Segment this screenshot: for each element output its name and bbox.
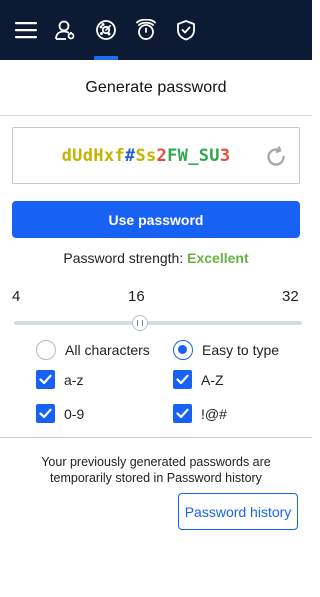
password-strength-value: Excellent xyxy=(187,250,249,266)
password-character: W xyxy=(177,145,189,166)
password-character: f xyxy=(114,145,125,166)
page-title: Generate password xyxy=(85,78,227,96)
nav-password-generator-button[interactable] xyxy=(86,0,126,60)
password-strength: Password strength: Excellent xyxy=(0,250,312,266)
password-character: 2 xyxy=(156,145,168,166)
slider-thumb[interactable] xyxy=(132,315,148,331)
easy-to-type-label: Easy to type xyxy=(202,342,280,358)
digits-option[interactable]: 0-9 xyxy=(36,404,84,423)
menu-button[interactable] xyxy=(6,0,46,60)
lowercase-label: a-z xyxy=(64,371,84,388)
easy-to-type-radio[interactable] xyxy=(173,340,193,360)
section-divider xyxy=(0,437,312,438)
length-max-label: 32 xyxy=(282,288,299,305)
password-character: U xyxy=(72,145,83,166)
uppercase-option[interactable]: A-Z xyxy=(173,370,224,389)
password-dial-icon xyxy=(96,20,116,40)
length-current-label: 16 xyxy=(128,288,145,305)
password-character: _ xyxy=(188,145,199,166)
symbols-option[interactable]: !@# xyxy=(173,404,227,423)
easy-to-type-option[interactable]: Easy to type xyxy=(173,340,279,360)
history-info-line-2: temporarily stored in Password history xyxy=(50,471,262,485)
length-slider[interactable] xyxy=(14,315,302,331)
uppercase-label: A-Z xyxy=(201,371,224,388)
password-character: H xyxy=(93,145,104,166)
checkmark-icon xyxy=(176,374,189,385)
password-history-button[interactable]: Password history xyxy=(178,493,298,530)
nav-security-alerts-button[interactable] xyxy=(126,0,166,60)
all-characters-radio[interactable] xyxy=(36,340,56,360)
checkmark-icon xyxy=(39,408,52,419)
password-character: F xyxy=(167,145,178,166)
history-info-line-1: Your previously generated passwords are xyxy=(41,455,271,469)
person-key-icon xyxy=(55,20,75,40)
hamburger-menu-icon xyxy=(15,22,37,39)
password-character: # xyxy=(124,145,136,166)
page-header: Generate password xyxy=(0,60,312,116)
use-password-button[interactable]: Use password xyxy=(12,201,300,238)
password-character: d xyxy=(82,145,94,166)
password-character: d xyxy=(61,145,73,166)
password-strength-label: Password strength: xyxy=(63,250,184,266)
generated-password-text: dUdHxf#Ss2FW_SU3 xyxy=(62,146,231,166)
grip-icon xyxy=(137,320,143,326)
password-character: 3 xyxy=(219,145,231,166)
generated-password-box: dUdHxf#Ss2FW_SU3 xyxy=(12,127,300,184)
digits-label: 0-9 xyxy=(64,405,85,422)
password-character: s xyxy=(146,145,157,166)
symbols-checkbox[interactable] xyxy=(173,404,192,423)
password-character: x xyxy=(103,145,115,166)
password-character: U xyxy=(209,145,220,166)
lowercase-checkbox[interactable] xyxy=(36,370,55,389)
password-character: S xyxy=(198,145,210,166)
shield-check-icon xyxy=(177,20,195,41)
password-character: S xyxy=(135,145,146,166)
checkmark-icon xyxy=(176,408,189,419)
password-history-info: Your previously generated passwords are … xyxy=(20,454,292,486)
digits-checkbox[interactable] xyxy=(36,404,55,423)
uppercase-checkbox[interactable] xyxy=(173,370,192,389)
all-characters-option[interactable]: All characters xyxy=(36,340,150,360)
symbols-label: !@# xyxy=(201,405,227,422)
alarm-timer-icon xyxy=(136,19,156,40)
all-characters-label: All characters xyxy=(65,342,150,358)
nav-security-button[interactable] xyxy=(166,0,206,60)
slider-track[interactable] xyxy=(14,321,302,325)
checkmark-icon xyxy=(39,374,52,385)
lowercase-option[interactable]: a-z xyxy=(36,370,83,389)
top-nav-bar xyxy=(0,0,312,60)
refresh-icon[interactable] xyxy=(265,146,287,168)
nav-identities-button[interactable] xyxy=(45,0,85,60)
length-min-label: 4 xyxy=(12,288,21,305)
